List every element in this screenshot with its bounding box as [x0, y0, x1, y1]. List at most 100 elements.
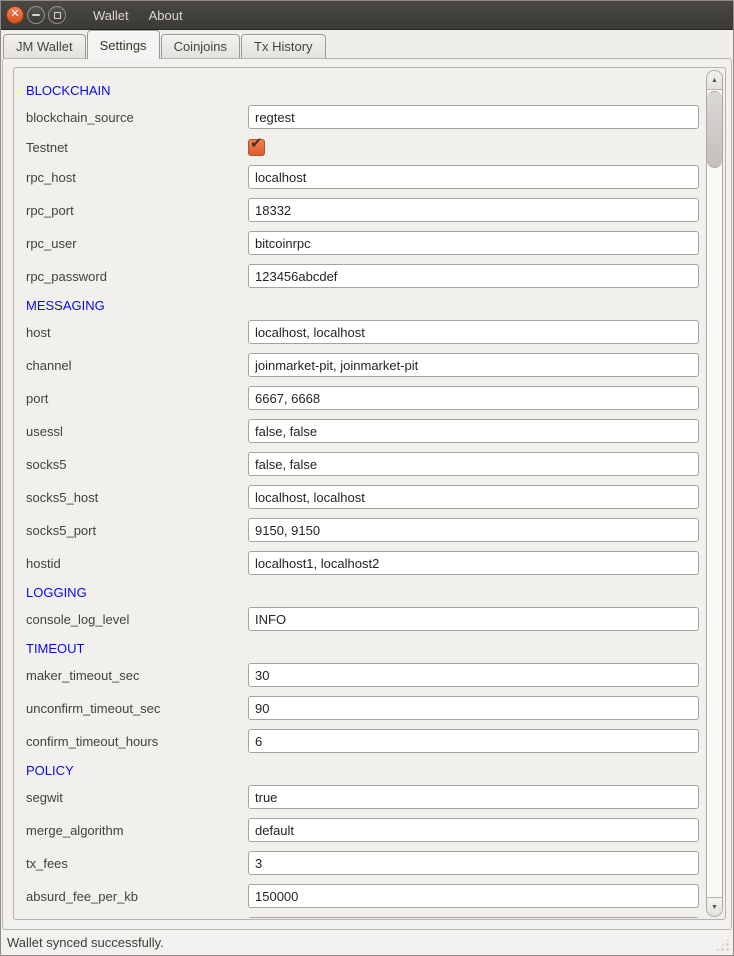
socks5_port-input[interactable] [248, 518, 699, 542]
field-label: rpc_port [26, 203, 248, 218]
port-input[interactable] [248, 386, 699, 410]
unconfirm_timeout_sec-input[interactable] [248, 696, 699, 720]
resize-grip-icon[interactable] [715, 937, 730, 952]
field-label: maker_timeout_sec [26, 668, 248, 683]
tx_fees-input[interactable] [248, 851, 699, 875]
tab-coinjoins[interactable]: Coinjoins [161, 34, 240, 58]
field-label: channel [26, 358, 248, 373]
field-label: rpc_user [26, 236, 248, 251]
tab-label: Settings [100, 38, 147, 53]
scroll-up-button[interactable]: ▲ [707, 71, 722, 90]
section-header: TIMEOUT [26, 640, 701, 657]
field-label: tx_fees [26, 856, 248, 871]
field-label: port [26, 391, 248, 406]
field-label: Testnet [26, 140, 248, 155]
field-label: unconfirm_timeout_sec [26, 701, 248, 716]
field-label: absurd_fee_per_kb [26, 889, 248, 904]
maximize-icon [54, 12, 61, 19]
settings-row: usessl [26, 419, 701, 443]
settings-row: confirm_timeout_hours [26, 729, 701, 753]
title-bar: ✕ Wallet About [1, 1, 733, 30]
menu-bar: Wallet About [83, 1, 193, 30]
tab-jm-wallet[interactable]: JM Wallet [3, 34, 86, 58]
settings-row: Testnet✔ [26, 138, 701, 156]
status-message: Wallet synced successfully. [7, 935, 164, 950]
hostid-input[interactable] [248, 551, 699, 575]
rpc_user-input[interactable] [248, 231, 699, 255]
settings-row: console_log_level [26, 607, 701, 631]
settings-row: hostid [26, 551, 701, 575]
settings-row: merge_algorithm [26, 818, 701, 842]
field-label: socks5_host [26, 490, 248, 505]
window-controls: ✕ [1, 6, 67, 24]
field-label: socks5 [26, 457, 248, 472]
vertical-scrollbar[interactable]: ▲ ▼ [706, 70, 723, 917]
tab-label: Coinjoins [174, 39, 227, 54]
usessl-input[interactable] [248, 419, 699, 443]
close-button[interactable]: ✕ [6, 6, 24, 24]
settings-row: segwit [26, 785, 701, 809]
segwit-input[interactable] [248, 785, 699, 809]
settings-rows: BLOCKCHAIN blockchain_source Testnet✔ rpc_h… [14, 68, 701, 918]
checkmark-icon: ✔ [250, 134, 263, 152]
rpc_password-input[interactable] [248, 264, 699, 288]
close-icon: ✕ [10, 9, 19, 20]
scroll-down-button[interactable]: ▼ [707, 897, 722, 916]
rpc_host-input[interactable] [248, 165, 699, 189]
settings-row: socks5_port [26, 518, 701, 542]
section-header: POLICY [26, 762, 701, 779]
tab-label: Tx History [254, 39, 313, 54]
minimize-button[interactable] [27, 6, 45, 24]
minimize-icon [32, 14, 40, 16]
menu-wallet[interactable]: Wallet [83, 1, 139, 30]
section-header: BLOCKCHAIN [26, 82, 701, 99]
field-label: rpc_password [26, 269, 248, 284]
absurd_fee_per_kb-input[interactable] [248, 884, 699, 908]
testnet-checkbox[interactable]: ✔ [248, 139, 265, 156]
section-header: MESSAGING [26, 297, 701, 314]
field-label: socks5_port [26, 523, 248, 538]
socks5_host-input[interactable] [248, 485, 699, 509]
field-label: merge_algorithm [26, 823, 248, 838]
settings-row: tx_fees [26, 851, 701, 875]
socks5-input[interactable] [248, 452, 699, 476]
settings-row [26, 917, 701, 918]
channel-input[interactable] [248, 353, 699, 377]
settings-pane: BLOCKCHAIN blockchain_source Testnet✔ rpc_h… [2, 58, 732, 930]
blockchain_source-input[interactable] [248, 105, 699, 129]
tab-label: JM Wallet [16, 39, 73, 54]
settings-row: socks5 [26, 452, 701, 476]
menu-about[interactable]: About [139, 1, 193, 30]
tab-tx-history[interactable]: Tx History [241, 34, 326, 58]
app-window: ✕ Wallet About JM Wallet Settings Coinjo… [0, 0, 734, 956]
host-input[interactable] [248, 320, 699, 344]
console_log_level-input[interactable] [248, 607, 699, 631]
field-label: blockchain_source [26, 110, 248, 125]
settings-row: channel [26, 353, 701, 377]
field-label: hostid [26, 556, 248, 571]
settings-row: absurd_fee_per_kb [26, 884, 701, 908]
field-label: console_log_level [26, 612, 248, 627]
settings-row: maker_timeout_sec [26, 663, 701, 687]
status-bar: Wallet synced successfully. [1, 930, 733, 955]
rpc_port-input[interactable] [248, 198, 699, 222]
confirm_timeout_hours-input[interactable] [248, 729, 699, 753]
settings-row: rpc_user [26, 231, 701, 255]
settings-scroll-area: BLOCKCHAIN blockchain_source Testnet✔ rpc_h… [13, 67, 726, 920]
tab-bar: JM Wallet Settings Coinjoins Tx History [1, 30, 733, 58]
maximize-button[interactable] [48, 6, 66, 24]
field-label: confirm_timeout_hours [26, 734, 248, 749]
tab-settings[interactable]: Settings [87, 30, 160, 59]
scrollbar-thumb[interactable] [707, 91, 722, 168]
settings-row: rpc_host [26, 165, 701, 189]
settings-row: blockchain_source [26, 105, 701, 129]
field-label: usessl [26, 424, 248, 439]
settings-row: unconfirm_timeout_sec [26, 696, 701, 720]
clipped-input[interactable] [248, 917, 699, 918]
merge_algorithm-input[interactable] [248, 818, 699, 842]
settings-row: socks5_host [26, 485, 701, 509]
up-arrow-icon: ▲ [711, 77, 718, 84]
down-arrow-icon: ▼ [711, 904, 718, 911]
maker_timeout_sec-input[interactable] [248, 663, 699, 687]
field-label: host [26, 325, 248, 340]
